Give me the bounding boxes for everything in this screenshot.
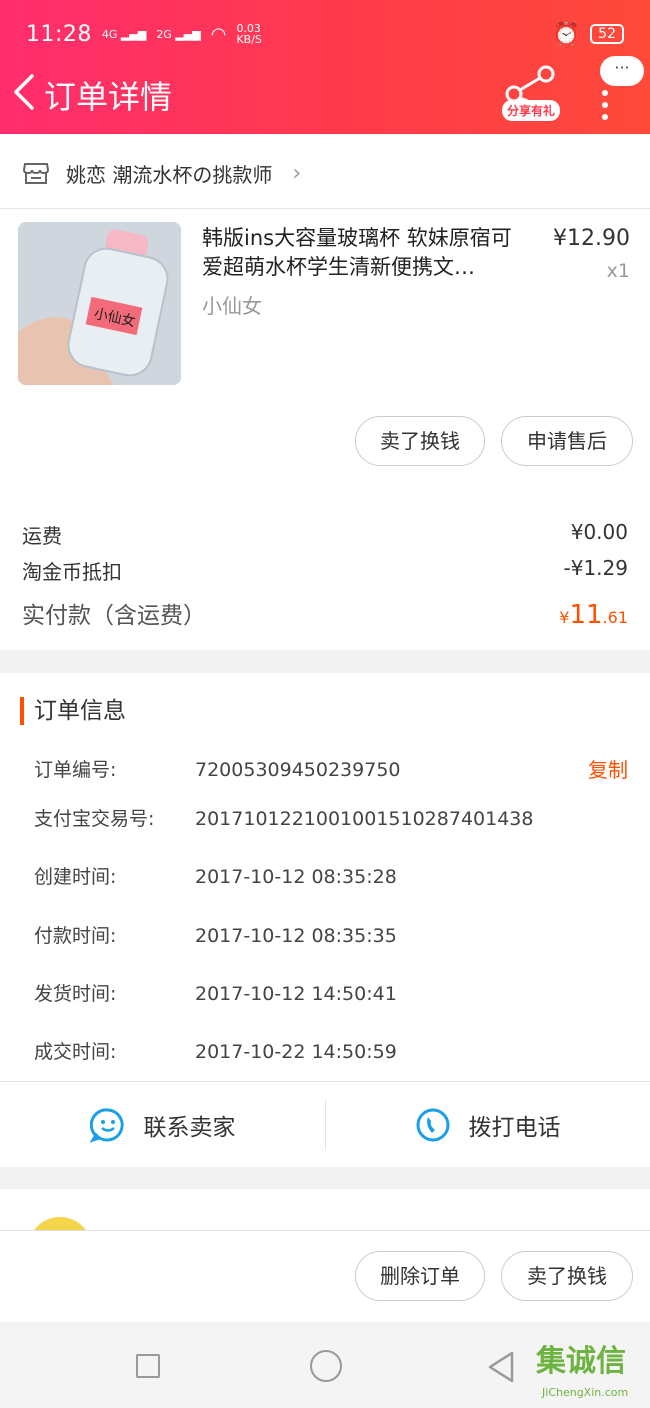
product-quantity: x1 [606, 260, 630, 282]
info-row-shipped: 发货时间: 2017-10-12 14:50:41 [34, 983, 397, 1005]
header-bar: 11:28 4G ▂▄▆ 2G ▂▄▆ ◠ 0.03 KB/S ⏰ 52 订单详情… [0, 0, 650, 134]
share-reward-badge[interactable]: 分享有礼 [502, 100, 561, 121]
home-icon[interactable] [310, 1350, 342, 1382]
shipping-value: ¥0.00 [570, 520, 628, 544]
paid-amount-row: 实付款（含运费） ¥11.61 [22, 596, 628, 630]
contact-seller-label: 联系卖家 [143, 1114, 236, 1141]
delete-order-button[interactable]: 删除订单 [355, 1251, 485, 1301]
info-row-paid: 付款时间: 2017-10-12 08:35:35 [34, 925, 397, 947]
paid-label: 实付款（含运费） [22, 603, 206, 629]
store-icon [22, 163, 50, 184]
product-image[interactable]: 小仙女 [18, 222, 181, 385]
contact-bar: 联系卖家 拨打电话 [0, 1081, 650, 1167]
info-row-order-number: 订单编号: 72005309450239750 复制 [34, 755, 628, 785]
system-nav-bar: 集诚信 JiChengXin.com [0, 1322, 650, 1408]
glass-bottle-image: 小仙女 [18, 222, 181, 385]
coin-value: -¥1.29 [563, 556, 628, 580]
order-info-card: 订单信息 订单编号: 72005309450239750 复制 支付宝交易号: … [0, 673, 650, 1167]
store-name: 姚恋 潮流水杯の挑款师 [66, 162, 273, 187]
shipping-fee-row: 运费 ¥0.00 [22, 520, 628, 549]
signal-2g-icon: 2G ▂▄▆ [156, 27, 201, 41]
product-title[interactable]: 韩版ins大容量玻璃杯 软妹原宿可爱超萌水杯学生清新便携文… [202, 224, 522, 282]
order-item-card: 姚恋 潮流水杯の挑款师 › 小仙女 韩版ins大容量玻璃杯 软妹原宿可爱超萌水杯… [0, 134, 650, 650]
contact-divider [325, 1100, 326, 1150]
wifi-icon: ◠ [210, 23, 227, 45]
nav-bar: 订单详情 分享有礼 ··· [0, 56, 650, 126]
section-title: 订单信息 [20, 697, 126, 725]
status-time: 11:28 [26, 21, 92, 47]
paid-value: ¥11.61 [559, 600, 628, 630]
info-row-completed: 成交时间: 2017-10-22 14:50:59 [34, 1041, 397, 1063]
sell-for-cash-button[interactable]: 卖了换钱 [355, 416, 485, 466]
info-row-alipay-number: 支付宝交易号: 2017101221001001510287401438 [34, 808, 534, 830]
alarm-icon: ⏰ [552, 21, 581, 47]
phone-icon [416, 1108, 449, 1141]
recent-apps-icon[interactable] [136, 1354, 160, 1378]
coin-label: 淘金币抵扣 [22, 560, 122, 584]
after-sale-button[interactable]: 申请售后 [501, 416, 633, 466]
back-arrow-icon[interactable] [10, 70, 40, 114]
battery-icon: 52 [590, 24, 624, 44]
product-price: ¥12.90 [553, 226, 630, 251]
chat-face-icon [89, 1107, 124, 1143]
contact-seller-button[interactable]: 联系卖家 [0, 1082, 325, 1167]
message-bubble-icon[interactable]: ··· [600, 56, 644, 86]
product-sku: 小仙女 [202, 294, 262, 318]
watermark-logo: 集诚信 JiChengXin.com [536, 1344, 629, 1399]
chevron-right-icon: › [292, 160, 302, 186]
status-bar: 11:28 4G ▂▄▆ 2G ▂▄▆ ◠ 0.03 KB/S ⏰ 52 [26, 18, 624, 50]
call-phone-button[interactable]: 拨打电话 [325, 1082, 650, 1167]
page-title: 订单详情 [44, 78, 173, 116]
system-back-icon[interactable] [486, 1350, 516, 1384]
shipping-label: 运费 [22, 524, 62, 548]
info-row-created: 创建时间: 2017-10-12 08:35:28 [34, 866, 397, 888]
footer-action-bar: 删除订单 卖了换钱 [0, 1230, 650, 1322]
store-link[interactable]: 姚恋 潮流水杯の挑款师 › [22, 156, 301, 190]
net-speed: 0.03 KB/S [236, 22, 262, 46]
divider [0, 208, 650, 209]
call-phone-label: 拨打电话 [468, 1114, 561, 1141]
sell-for-cash-footer-button[interactable]: 卖了换钱 [501, 1251, 633, 1301]
coin-deduction-row: 淘金币抵扣 -¥1.29 [22, 556, 628, 585]
more-menu-icon[interactable] [602, 90, 610, 126]
signal-4g-icon: 4G ▂▄▆ [101, 27, 147, 41]
copy-button[interactable]: 复制 [588, 755, 628, 785]
